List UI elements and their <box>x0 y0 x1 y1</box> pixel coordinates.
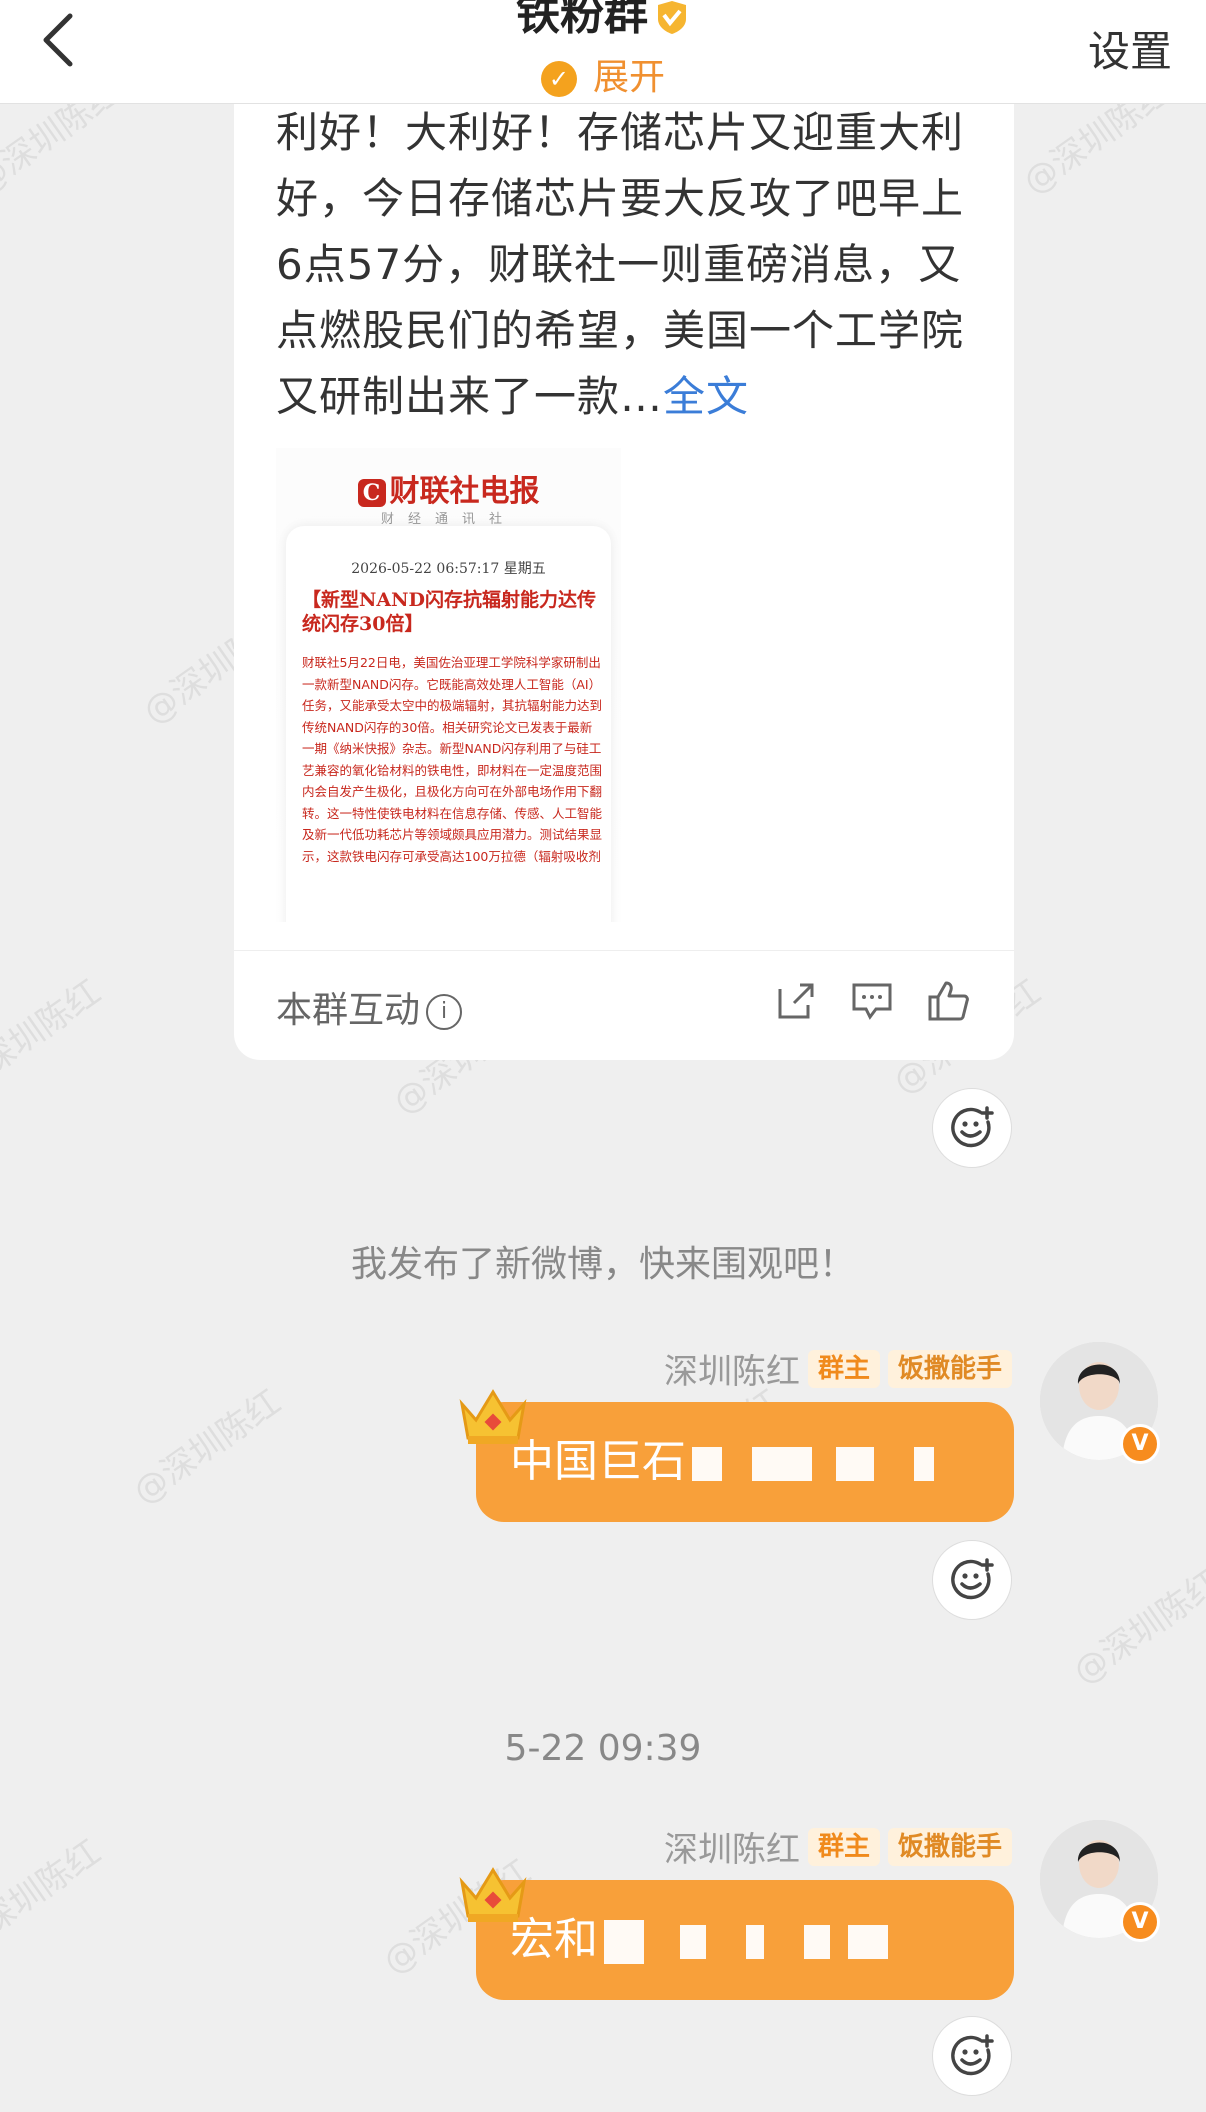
emoji-reaction-button[interactable] <box>932 1088 1012 1168</box>
emoji-reaction-button[interactable] <box>932 1540 1012 1620</box>
check-circle-icon: ✓ <box>540 61 577 97</box>
clipping-logo: C 财联社电报 <box>276 466 621 510</box>
group-interaction-text: 本群互动 <box>276 990 421 1031</box>
comment-icon[interactable] <box>850 979 894 1023</box>
thumb-up-icon[interactable] <box>926 979 970 1023</box>
redaction-block <box>746 1925 764 1959</box>
clipping-body: 财联社5月22日电，美国佐治亚理工学院科学家研制出一款新型NAND闪存。它既能高… <box>302 655 603 864</box>
news-clipping-image[interactable]: C 财联社电报 财经通讯社 2026-05-22 06:57:17 星期五 【新型… <box>276 448 621 922</box>
redaction-block <box>604 1920 644 1964</box>
emoji-add-icon <box>951 1106 994 1148</box>
owner-badge: 群主 <box>807 1349 880 1388</box>
verified-badge-icon: V <box>1120 1424 1160 1464</box>
medal-badge[interactable]: 饭撒能手 <box>887 1349 1012 1388</box>
redaction-block <box>848 1925 888 1959</box>
owner-badge: 群主 <box>807 1827 880 1866</box>
share-icon[interactable] <box>774 979 818 1023</box>
redaction-block <box>680 1925 706 1959</box>
sender-row: 深圳陈红 群主 饭撒能手 <box>664 1344 1012 1394</box>
emoji-add-icon <box>951 1558 994 1600</box>
post-body-text: 利好！大利好！存储芯片又迎重大利好，今日存储芯片要大反攻了吧早上6点57分，财联… <box>276 108 965 421</box>
clipping-headline: 【新型NAND闪存抗辐射能力达传统闪存30倍】 <box>302 589 596 635</box>
info-icon[interactable]: i <box>426 994 463 1030</box>
fan-badge-icon <box>658 1 686 34</box>
post-card[interactable]: 利好！大利好！存储芯片又迎重大利好，今日存储芯片要大反攻了吧早上6点57分，财联… <box>234 60 1014 1060</box>
message-text: 中国巨石 <box>510 1436 686 1487</box>
post-text: 利好！大利好！存储芯片又迎重大利好，今日存储芯片要大反攻了吧早上6点57分，财联… <box>276 100 976 430</box>
group-interaction-label[interactable]: 本群互动 i <box>276 981 463 1033</box>
message-bubble[interactable]: 中国巨石 <box>476 1402 1014 1522</box>
clipping-subtitle: 财经通讯社 <box>380 512 516 527</box>
cls-logo-icon: C <box>357 479 386 507</box>
clipping-logo-text: 财联社电报 <box>389 474 540 509</box>
redaction-block <box>692 1447 722 1481</box>
crown-icon <box>459 1867 527 1922</box>
redaction-block <box>836 1447 874 1481</box>
group-title: 铁粉群 <box>516 0 648 40</box>
message-bubble[interactable]: 宏和 <box>476 1880 1014 2000</box>
verified-badge-icon: V <box>1120 1902 1160 1942</box>
crown-icon <box>459 1389 527 1444</box>
clipping-datetime: 2026-05-22 06:57:17 星期五 <box>351 561 546 577</box>
sender-name[interactable]: 深圳陈红 <box>664 1830 800 1870</box>
emoji-add-icon <box>951 2034 994 2076</box>
watermark: @深圳陈红 <box>1065 1562 1206 1693</box>
medal-badge[interactable]: 饭撒能手 <box>887 1827 1012 1866</box>
full-text-link[interactable]: 全文 <box>663 372 749 421</box>
watermark: @深圳陈红 <box>125 1382 289 1513</box>
sender-name[interactable]: 深圳陈红 <box>664 1352 800 1392</box>
clipping-sheet: 2026-05-22 06:57:17 星期五 【新型NAND闪存抗辐射能力达传… <box>286 526 611 922</box>
top-nav-bar: 铁粉群 ✓ 展开 设置 <box>0 0 1206 104</box>
redaction-block <box>752 1447 812 1481</box>
redaction-block <box>804 1925 830 1959</box>
page-title[interactable]: 铁粉群 <box>0 0 1206 42</box>
expand-toggle[interactable]: ✓ 展开 <box>0 48 1206 100</box>
sender-row: 深圳陈红 群主 饭撒能手 <box>664 1822 1012 1872</box>
expand-label: 展开 <box>592 57 665 98</box>
system-notice: 我发布了新微博，快来围观吧！ <box>350 1244 855 1285</box>
watermark: @深圳陈红 <box>0 1832 109 1963</box>
message-timestamp: 5-22 09:39 <box>504 1728 702 1769</box>
settings-button[interactable]: 设置 <box>1088 18 1172 79</box>
post-footer: 本群互动 i <box>234 950 1014 1060</box>
watermark: @深圳陈红 <box>0 972 109 1103</box>
redaction-block <box>914 1447 934 1481</box>
emoji-reaction-button[interactable] <box>932 2016 1012 2096</box>
